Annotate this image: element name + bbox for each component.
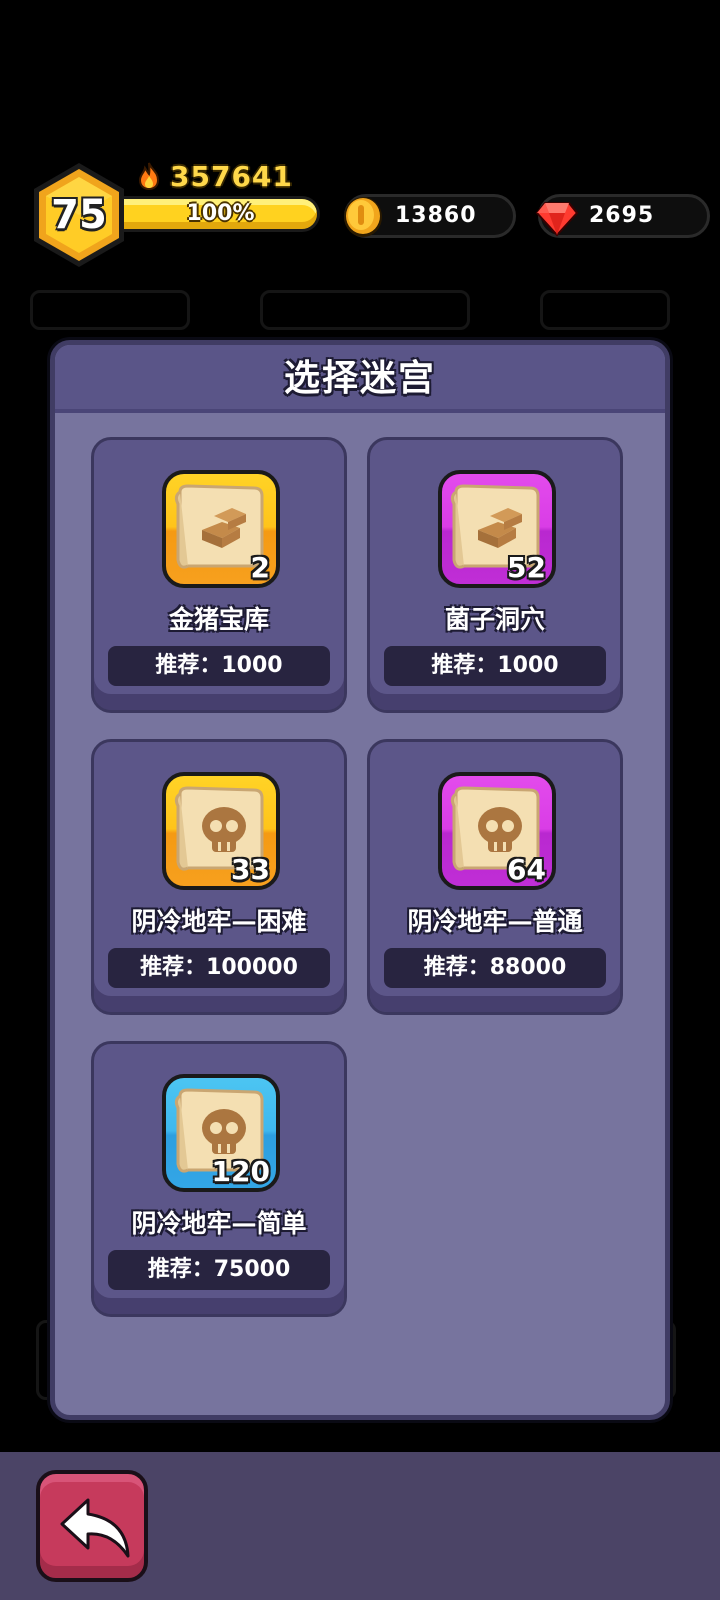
power-value: 357641 bbox=[170, 159, 293, 193]
dialog-title: 选择迷宫 bbox=[283, 358, 436, 399]
maze-key-count: 52 bbox=[507, 551, 546, 584]
flame-icon bbox=[138, 162, 160, 190]
maze-icon-frame: 33 bbox=[162, 772, 280, 890]
gem-amount: 2695 bbox=[589, 203, 655, 228]
maze-recommended-power: 推荐：100000 bbox=[108, 948, 330, 988]
coin-counter[interactable]: 13860 bbox=[344, 194, 516, 238]
dialog-header: 选择迷宫 bbox=[55, 345, 665, 413]
back-arrow-icon bbox=[60, 1498, 130, 1558]
level-badge[interactable]: 75 bbox=[30, 160, 128, 270]
maze-icon-frame: 52 bbox=[438, 470, 556, 588]
back-button[interactable] bbox=[36, 1470, 148, 1582]
maze-card-golden-pig-vault[interactable]: 2 金猪宝库 推荐：1000 bbox=[91, 437, 347, 713]
xp-bar: 100% bbox=[124, 196, 320, 232]
maze-key-count: 33 bbox=[231, 853, 270, 886]
maze-recommended-power: 推荐：75000 bbox=[108, 1250, 330, 1290]
maze-key-count: 64 bbox=[507, 853, 546, 886]
coin-icon bbox=[344, 197, 382, 237]
maze-name: 阴冷地牢—普通 bbox=[407, 907, 583, 936]
background-panel bbox=[260, 290, 470, 330]
maze-name: 菌子洞穴 bbox=[444, 605, 545, 634]
maze-icon-frame: 120 bbox=[162, 1074, 280, 1192]
maze-card-mushroom-cave[interactable]: 52 菌子洞穴 推荐：1000 bbox=[367, 437, 623, 713]
maze-name: 金猪宝库 bbox=[168, 605, 269, 634]
level-number: 75 bbox=[51, 192, 107, 238]
background-panel bbox=[540, 290, 670, 330]
power-display: 357641 bbox=[136, 159, 293, 193]
maze-name: 阴冷地牢—简单 bbox=[131, 1209, 307, 1238]
maze-card-cold-dungeon-normal[interactable]: 64 阴冷地牢—普通 推荐：88000 bbox=[367, 739, 623, 1015]
xp-percent: 100% bbox=[186, 201, 255, 226]
maze-key-count: 2 bbox=[250, 551, 270, 584]
select-maze-dialog: 选择迷宫 2 金猪宝库 推荐：1000 52 菌子洞穴 推荐：1000 33 阴… bbox=[50, 340, 670, 1420]
maze-key-count: 120 bbox=[211, 1155, 270, 1188]
maze-recommended-power: 推荐：1000 bbox=[384, 646, 606, 686]
gem-counter[interactable]: 2695 bbox=[535, 194, 710, 238]
maze-recommended-power: 推荐：88000 bbox=[384, 948, 606, 988]
maze-name: 阴冷地牢—困难 bbox=[131, 907, 307, 936]
maze-icon-frame: 2 bbox=[162, 470, 280, 588]
maze-card-cold-dungeon-easy[interactable]: 120 阴冷地牢—简单 推荐：75000 bbox=[91, 1041, 347, 1317]
ruby-gem-icon bbox=[535, 202, 579, 237]
maze-icon-frame: 64 bbox=[438, 772, 556, 890]
coin-amount: 13860 bbox=[395, 203, 477, 228]
maze-recommended-power: 推荐：1000 bbox=[108, 646, 330, 686]
background-panel bbox=[30, 290, 190, 330]
maze-card-cold-dungeon-hard[interactable]: 33 阴冷地牢—困难 推荐：100000 bbox=[91, 739, 347, 1015]
